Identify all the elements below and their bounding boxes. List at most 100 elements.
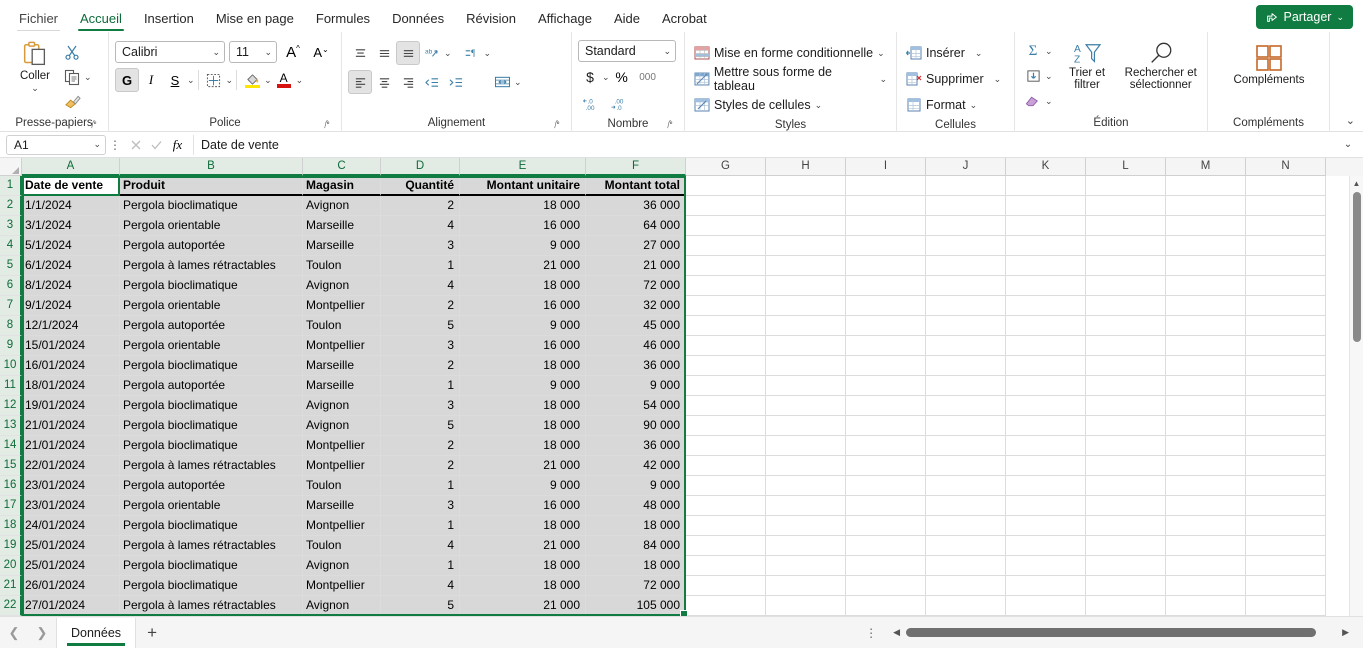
cell-K1[interactable] <box>1006 176 1086 196</box>
row-header-10[interactable]: 10 <box>0 356 22 376</box>
cell-G9[interactable] <box>686 336 766 356</box>
cell-G12[interactable] <box>686 396 766 416</box>
font-color-button[interactable]: A <box>272 68 296 92</box>
tab-affichage[interactable]: Affichage <box>527 7 603 32</box>
scroll-up-button[interactable]: ▲ <box>1350 176 1363 190</box>
cell-H13[interactable] <box>766 416 846 436</box>
cell-J19[interactable] <box>926 536 1006 556</box>
cell-I6[interactable] <box>846 276 926 296</box>
cell-C3[interactable]: Marseille <box>303 216 381 236</box>
decrease-decimal-button[interactable]: .00 .0 <box>608 92 632 116</box>
cell-D20[interactable]: 1 <box>381 556 460 576</box>
cell-E21[interactable]: 18 000 <box>460 576 586 596</box>
cell-M14[interactable] <box>1166 436 1246 456</box>
cell-I5[interactable] <box>846 256 926 276</box>
cell-B8[interactable]: Pergola autoportée <box>120 316 303 336</box>
formula-bar-options[interactable]: ⋮ <box>106 138 124 152</box>
cell-E10[interactable]: 18 000 <box>460 356 586 376</box>
cell-B21[interactable]: Pergola bioclimatique <box>120 576 303 596</box>
cell-M12[interactable] <box>1166 396 1246 416</box>
column-header-K[interactable]: K <box>1006 158 1086 176</box>
cell-A2[interactable]: 1/1/2024 <box>22 196 120 216</box>
cell-J12[interactable] <box>926 396 1006 416</box>
cell-C12[interactable]: Avignon <box>303 396 381 416</box>
cell-N8[interactable] <box>1246 316 1326 336</box>
tab-formules[interactable]: Formules <box>305 7 381 32</box>
cell-G2[interactable] <box>686 196 766 216</box>
cell-J18[interactable] <box>926 516 1006 536</box>
cell-F14[interactable]: 36 000 <box>586 436 686 456</box>
previous-sheet-button[interactable]: ❮ <box>0 619 28 647</box>
cell-H22[interactable] <box>766 596 846 616</box>
row-header-4[interactable]: 4 <box>0 236 22 256</box>
cell-styles-button[interactable]: Styles de cellules ⌄ <box>691 93 826 117</box>
cut-button[interactable] <box>60 40 84 64</box>
cell-D2[interactable]: 2 <box>381 196 460 216</box>
cell-D15[interactable]: 2 <box>381 456 460 476</box>
cell-K4[interactable] <box>1006 236 1086 256</box>
row-header-12[interactable]: 12 <box>0 396 22 416</box>
cell-D18[interactable]: 1 <box>381 516 460 536</box>
cell-I17[interactable] <box>846 496 926 516</box>
cell-C16[interactable]: Toulon <box>303 476 381 496</box>
increase-decimal-button[interactable]: .0 .00 <box>580 92 604 116</box>
row-header-7[interactable]: 7 <box>0 296 22 316</box>
cell-H10[interactable] <box>766 356 846 376</box>
cell-L18[interactable] <box>1086 516 1166 536</box>
cell-B4[interactable]: Pergola autoportée <box>120 236 303 256</box>
row-header-22[interactable]: 22 <box>0 596 22 616</box>
cell-A5[interactable]: 6/1/2024 <box>22 256 120 276</box>
cell-J14[interactable] <box>926 436 1006 456</box>
cell-H4[interactable] <box>766 236 846 256</box>
cell-D7[interactable]: 2 <box>381 296 460 316</box>
cell-D11[interactable]: 1 <box>381 376 460 396</box>
cell-K14[interactable] <box>1006 436 1086 456</box>
increase-indent-button[interactable] <box>444 70 468 94</box>
cell-D13[interactable]: 5 <box>381 416 460 436</box>
cell-A14[interactable]: 21/01/2024 <box>22 436 120 456</box>
cell-E7[interactable]: 16 000 <box>460 296 586 316</box>
cell-K19[interactable] <box>1006 536 1086 556</box>
cell-A9[interactable]: 15/01/2024 <box>22 336 120 356</box>
cell-L9[interactable] <box>1086 336 1166 356</box>
cell-K7[interactable] <box>1006 296 1086 316</box>
cell-A20[interactable]: 25/01/2024 <box>22 556 120 576</box>
cell-L2[interactable] <box>1086 196 1166 216</box>
cell-H3[interactable] <box>766 216 846 236</box>
cell-E3[interactable]: 16 000 <box>460 216 586 236</box>
cell-C1[interactable]: Magasin <box>303 176 381 196</box>
cell-C10[interactable]: Marseille <box>303 356 381 376</box>
chevron-down-icon[interactable]: ⌄ <box>84 72 92 83</box>
cell-F2[interactable]: 36 000 <box>586 196 686 216</box>
cell-L17[interactable] <box>1086 496 1166 516</box>
cell-A17[interactable]: 23/01/2024 <box>22 496 120 516</box>
cell-A15[interactable]: 22/01/2024 <box>22 456 120 476</box>
column-header-J[interactable]: J <box>926 158 1006 176</box>
cell-N14[interactable] <box>1246 436 1326 456</box>
cell-B5[interactable]: Pergola à lames rétractables <box>120 256 303 276</box>
add-sheet-button[interactable]: + <box>136 619 168 647</box>
align-bottom-button[interactable] <box>396 41 420 65</box>
cell-B6[interactable]: Pergola bioclimatique <box>120 276 303 296</box>
cell-J21[interactable] <box>926 576 1006 596</box>
cell-M17[interactable] <box>1166 496 1246 516</box>
find-select-button[interactable]: Rechercher et sélectionner <box>1120 39 1202 93</box>
cell-A16[interactable]: 23/01/2024 <box>22 476 120 496</box>
increase-font-size-button[interactable]: A ^ <box>281 40 305 64</box>
cell-D14[interactable]: 2 <box>381 436 460 456</box>
cell-I19[interactable] <box>846 536 926 556</box>
cell-F19[interactable]: 84 000 <box>586 536 686 556</box>
cell-D10[interactable]: 2 <box>381 356 460 376</box>
addins-button[interactable]: Compléments <box>1219 40 1319 89</box>
cell-L3[interactable] <box>1086 216 1166 236</box>
cell-A4[interactable]: 5/1/2024 <box>22 236 120 256</box>
select-all-button[interactable] <box>0 158 22 176</box>
cell-J16[interactable] <box>926 476 1006 496</box>
orientation-button[interactable]: ab <box>420 41 444 65</box>
tab-mise-en-page[interactable]: Mise en page <box>205 7 305 32</box>
cell-L22[interactable] <box>1086 596 1166 616</box>
cell-D3[interactable]: 4 <box>381 216 460 236</box>
cell-B3[interactable]: Pergola orientable <box>120 216 303 236</box>
cell-A11[interactable]: 18/01/2024 <box>22 376 120 396</box>
cell-K22[interactable] <box>1006 596 1086 616</box>
